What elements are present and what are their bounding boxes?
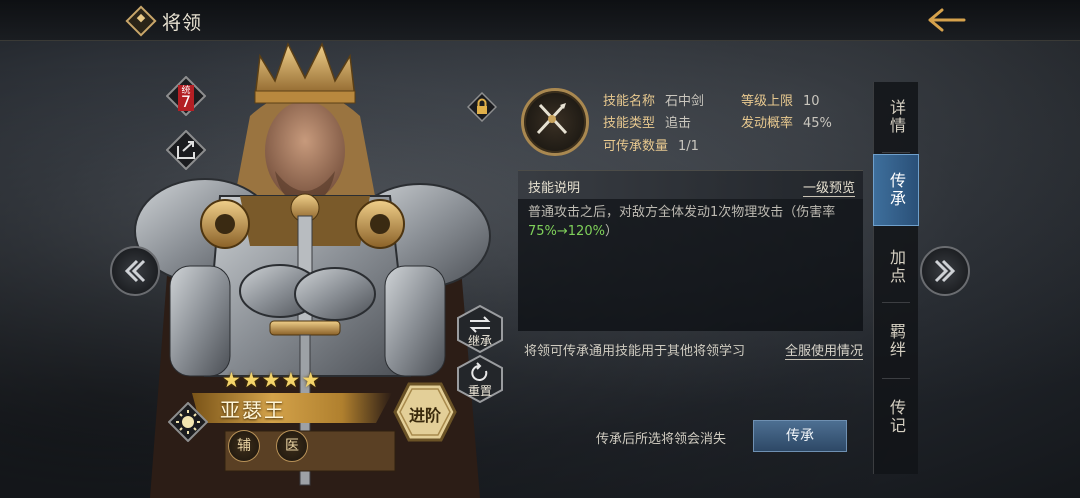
reset-button[interactable]: 重置 [455,354,505,404]
tab-details[interactable]: 详情 [874,82,918,152]
side-tabs: 详情 传承 加点 羁绊 传记 [873,82,919,474]
rank-value: 7 [180,92,192,111]
level-cap-label: 等级上限 [741,94,794,109]
inherit-count-value: 1/1 [678,139,699,154]
inherit-confirm-button[interactable]: 传承 [753,420,847,452]
description-text: 普通攻击之后，对敌方全体发动1次物理攻击（伤害率 75%→120%） [528,203,858,241]
trigger-chance-value: 45% [803,116,832,131]
sun-icon [167,401,209,443]
skill-type-label: 技能类型 [603,116,656,131]
advance-button[interactable]: 进阶 [393,382,457,442]
arrow-left-icon [928,8,966,32]
description-header: 技能说明 一级预览 [518,171,863,199]
skill-icon [521,88,589,156]
share-icon [165,129,207,171]
description-text-b: ） [604,224,618,239]
inherit-note: 将领可传承通用技能用于其他将领学习 [524,344,746,359]
next-hero-button[interactable] [920,246,970,296]
tab-attributes[interactable]: 加点 [874,232,918,302]
level-one-preview-link[interactable]: 一级预览 [802,177,855,197]
skill-name-label: 技能名称 [603,94,656,109]
advance-label: 进阶 [408,406,441,425]
tab-divider [882,302,910,303]
lock-button[interactable] [466,91,498,123]
hero-name: 亚瑟王 [220,398,286,422]
page-title: 将领 [162,12,203,34]
skill-type-row: 技能类型 追击 [603,112,691,131]
reset-label: 重置 [467,384,492,398]
role-tag-support: 辅 [228,430,260,462]
title-diamond-icon [125,5,157,37]
tab-divider [882,152,910,153]
back-button[interactable] [926,6,968,34]
skill-description-panel: 技能说明 一级预览 普通攻击之后，对敌方全体发动1次物理攻击（伤害率 75%→12… [518,170,863,331]
crossed-swords-icon [536,103,568,135]
lock-icon [466,91,498,123]
damage-rate-highlight: 75%→120% [528,224,605,239]
prev-hero-button[interactable] [110,246,160,296]
tab-divider [882,378,910,379]
description-title: 技能说明 [528,181,581,196]
double-chevron-left-icon [124,259,146,283]
level-cap-row: 等级上限 10 [741,90,820,109]
inherit-count-label: 可传承数量 [603,139,669,154]
role-tag-healer: 医 [276,430,308,462]
tab-inherit[interactable]: 传承 [873,154,919,226]
trigger-chance-row: 发动概率 45% [741,112,832,131]
inherit-side-button[interactable]: 继承 [455,304,505,354]
server-usage-link[interactable]: 全服使用情况 [785,340,864,360]
skill-name-row: 技能名称 石中剑 [603,90,704,109]
skill-type-value: 追击 [665,116,692,131]
trigger-chance-label: 发动概率 [741,116,794,131]
tab-biography[interactable]: 传记 [874,382,918,452]
double-chevron-right-icon [934,259,956,283]
skill-name-value: 石中剑 [665,94,705,109]
inherit-warning: 传承后所选将领会消失 [596,432,727,447]
element-badge[interactable] [167,401,209,443]
inherit-side-label: 继承 [467,334,492,348]
top-bar: 将领 [0,0,1080,41]
level-cap-value: 10 [803,94,820,109]
tab-bonds[interactable]: 羁绊 [874,306,918,376]
star-rating: ★★★★★ [222,368,322,392]
description-text-a: 普通攻击之后，对敌方全体发动1次物理攻击（伤害率 [528,205,836,220]
inherit-count-row: 可传承数量 1/1 [603,135,699,154]
rank-badge: 统 7 [165,75,207,117]
share-button[interactable] [165,129,207,171]
